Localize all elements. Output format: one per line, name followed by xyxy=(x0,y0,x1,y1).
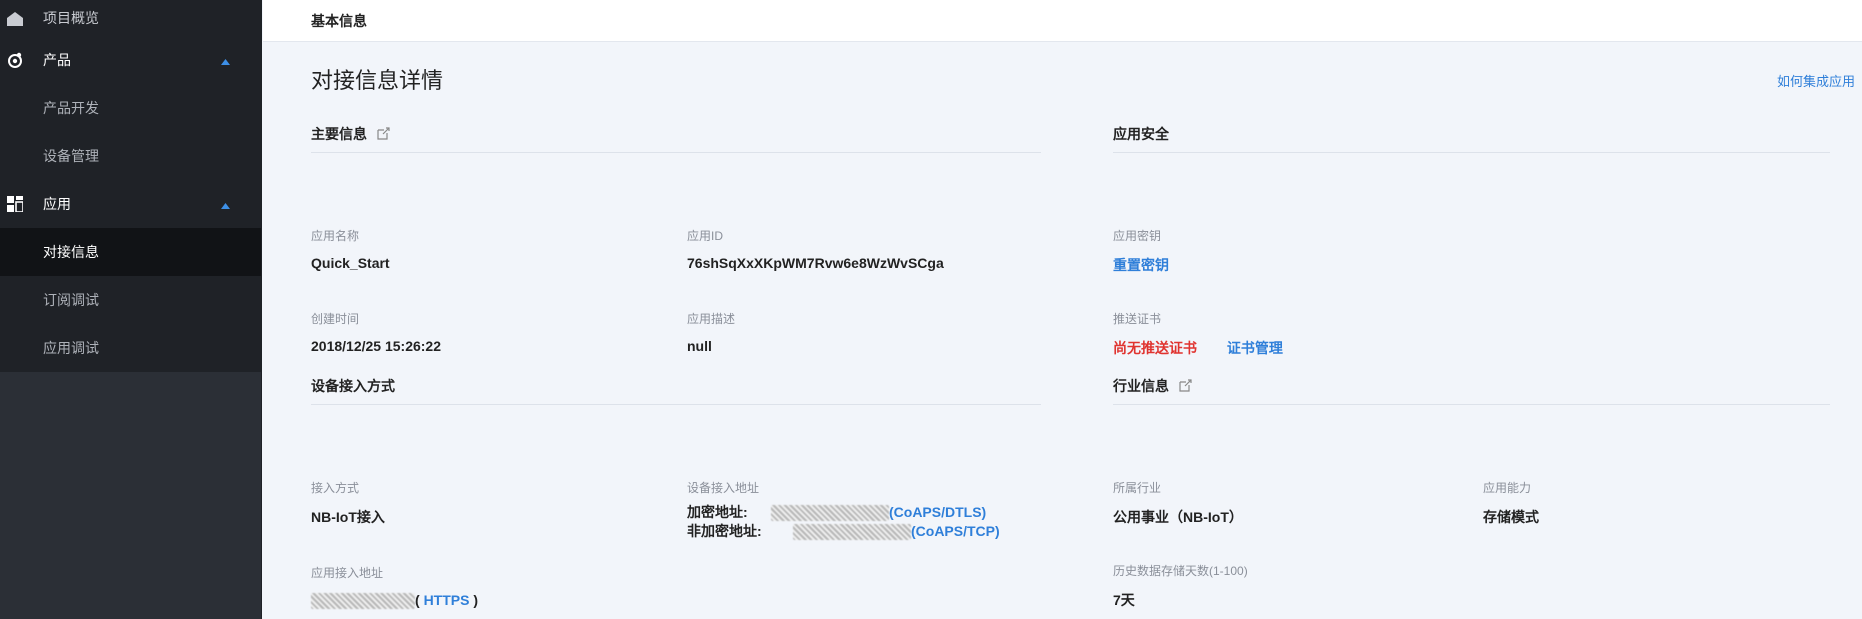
plain-protocol: (CoAPS/TCP) xyxy=(911,523,1000,539)
product-icon xyxy=(6,51,24,69)
dashboard-icon xyxy=(6,195,24,213)
chevron-up-icon xyxy=(221,196,230,212)
app-name-label: 应用名称 xyxy=(311,229,360,243)
sidebar-item-label: 对接信息 xyxy=(43,244,99,260)
sidebar-item-label: 产品开发 xyxy=(43,100,99,116)
sidebar-item-label: 应用调试 xyxy=(43,340,99,356)
sidebar-item-integration-info[interactable]: 对接信息 xyxy=(0,228,261,276)
plain-address-label: 非加密地址: xyxy=(687,523,762,539)
home-icon xyxy=(6,10,24,28)
cert-manage-link[interactable]: 证书管理 xyxy=(1227,340,1283,356)
chevron-up-icon xyxy=(221,52,230,68)
help-link[interactable]: 如何集成应用 xyxy=(1777,71,1855,90)
capability-label: 应用能力 xyxy=(1483,481,1532,495)
plain-address-row: 非加密地址: (CoAPS/TCP) xyxy=(687,522,1000,541)
redacted-ip xyxy=(311,593,415,610)
section-title-text: 行业信息 xyxy=(1113,377,1169,394)
section-title: 主要信息 xyxy=(311,115,1041,153)
page-title: 对接信息详情 xyxy=(311,68,444,93)
push-cert-field: 推送证书 尚无推送证书 证书管理 xyxy=(1113,310,1283,358)
reset-key-link[interactable]: 重置密钥 xyxy=(1113,255,1169,275)
app-name-value: Quick_Start xyxy=(311,255,390,271)
header-bar: 基本信息 xyxy=(263,0,1862,42)
sidebar-item-label: 订阅调试 xyxy=(43,292,99,308)
access-mode-label: 接入方式 xyxy=(311,481,360,495)
created-time-label: 创建时间 xyxy=(311,312,360,326)
device-address-label: 设备接入地址 xyxy=(687,481,760,495)
sidebar-item-subscription-debug[interactable]: 订阅调试 xyxy=(0,276,261,324)
capability-field: 应用能力 存储模式 xyxy=(1483,479,1539,527)
app-desc-field: 应用描述 null xyxy=(687,310,735,354)
no-cert-status: 尚无推送证书 xyxy=(1113,340,1197,356)
app-id-value: 76shSqXxXKpWM7Rvw6e8WzWvSCga xyxy=(687,255,944,271)
created-time-field: 创建时间 2018/12/25 15:26:22 xyxy=(311,310,441,354)
app-name-field: 应用名称 Quick_Start xyxy=(311,227,390,271)
access-mode-field: 接入方式 NB-IoT接入 xyxy=(311,479,385,527)
edit-icon[interactable] xyxy=(377,127,390,140)
sidebar-item-product[interactable]: 产品 xyxy=(0,36,261,84)
redacted-ip xyxy=(771,505,889,522)
section-title-text: 主要信息 xyxy=(311,125,367,142)
push-cert-label: 推送证书 xyxy=(1113,312,1162,326)
push-cert-values: 尚无推送证书 证书管理 xyxy=(1113,338,1283,358)
app-desc-value: null xyxy=(687,338,712,354)
capability-value: 存储模式 xyxy=(1483,509,1539,525)
app-id-field: 应用ID 76shSqXxXKpWM7Rvw6e8WzWvSCga xyxy=(687,227,944,271)
section-title-text: 设备接入方式 xyxy=(311,377,395,394)
created-time-value: 2018/12/25 15:26:22 xyxy=(311,338,441,354)
industry-info-section: 行业信息 所属行业 公用事业（NB-IoT） 应用能力 存储模式 历史数据存储天… xyxy=(1113,367,1830,608)
sidebar-item-application[interactable]: 应用 xyxy=(0,180,261,228)
section-title: 设备接入方式 xyxy=(311,367,1041,405)
device-address-field: 设备接入地址 加密地址: (CoAPS/DTLS) 非加密地址: (CoAPS/TC… xyxy=(687,479,1000,541)
main-content: 对接信息详情 如何集成应用 主要信息 应用名称 Quick_Start 应用ID… xyxy=(263,43,1862,619)
device-access-section: 设备接入方式 接入方式 NB-IoT接入 设备接入地址 加密地址: (CoAPS/… xyxy=(311,367,1041,610)
sidebar-item-device-management[interactable]: 设备管理 xyxy=(0,132,261,180)
retention-field: 历史数据存储天数(1-100) 7天 xyxy=(1113,562,1248,610)
sidebar: 项目概览 产品 产品开发 设备管理 应用 对接信息 订阅调试 应用调试 xyxy=(0,0,262,619)
app-security-section: 应用安全 应用密钥 重置密钥 推送证书 尚无推送证书 证书管理 xyxy=(1113,115,1830,356)
section-title: 应用安全 xyxy=(1113,115,1830,153)
sidebar-item-label: 应用 xyxy=(43,196,71,212)
sidebar-item-label: 项目概览 xyxy=(43,10,99,26)
sidebar-item-label: 产品 xyxy=(43,52,71,68)
app-key-label: 应用密钥 xyxy=(1113,229,1162,243)
sidebar-item-product-dev[interactable]: 产品开发 xyxy=(0,84,261,132)
redacted-ip xyxy=(793,524,911,541)
section-title-text: 应用安全 xyxy=(1113,125,1169,142)
access-mode-value: NB-IoT接入 xyxy=(311,509,385,525)
app-address-protocol: HTTPS xyxy=(423,592,470,608)
paren-open: ( xyxy=(415,592,420,608)
app-desc-label: 应用描述 xyxy=(687,312,736,326)
retention-value: 7天 xyxy=(1113,592,1135,608)
sidebar-menu: 项目概览 产品 产品开发 设备管理 应用 对接信息 订阅调试 应用调试 xyxy=(0,0,261,372)
app-key-field: 应用密钥 重置密钥 xyxy=(1113,227,1169,275)
industry-label: 所属行业 xyxy=(1113,481,1162,495)
industry-value: 公用事业（NB-IoT） xyxy=(1113,509,1243,525)
encrypted-protocol: (CoAPS/DTLS) xyxy=(889,504,987,520)
sidebar-item-label: 设备管理 xyxy=(43,148,99,164)
encrypted-address-label: 加密地址: xyxy=(687,504,748,520)
app-id-label: 应用ID xyxy=(687,229,724,243)
industry-field: 所属行业 公用事业（NB-IoT） xyxy=(1113,479,1243,527)
main-info-section: 主要信息 应用名称 Quick_Start 应用ID 76shSqXxXKpWM… xyxy=(311,115,1041,354)
sidebar-item-project-overview[interactable]: 项目概览 xyxy=(0,0,261,36)
paren-close: ) xyxy=(473,592,479,608)
encrypted-address-row: 加密地址: (CoAPS/DTLS) xyxy=(687,503,1000,522)
retention-label: 历史数据存储天数(1-100) xyxy=(1113,564,1248,578)
header-title: 基本信息 xyxy=(311,12,367,29)
app-address-value: ( HTTPS ) xyxy=(311,592,479,610)
edit-icon[interactable] xyxy=(1179,379,1192,392)
sidebar-item-app-debug[interactable]: 应用调试 xyxy=(0,324,261,372)
app-address-label: 应用接入地址 xyxy=(311,566,384,580)
section-title: 行业信息 xyxy=(1113,367,1830,405)
app-address-field: 应用接入地址 ( HTTPS ) xyxy=(311,564,479,610)
